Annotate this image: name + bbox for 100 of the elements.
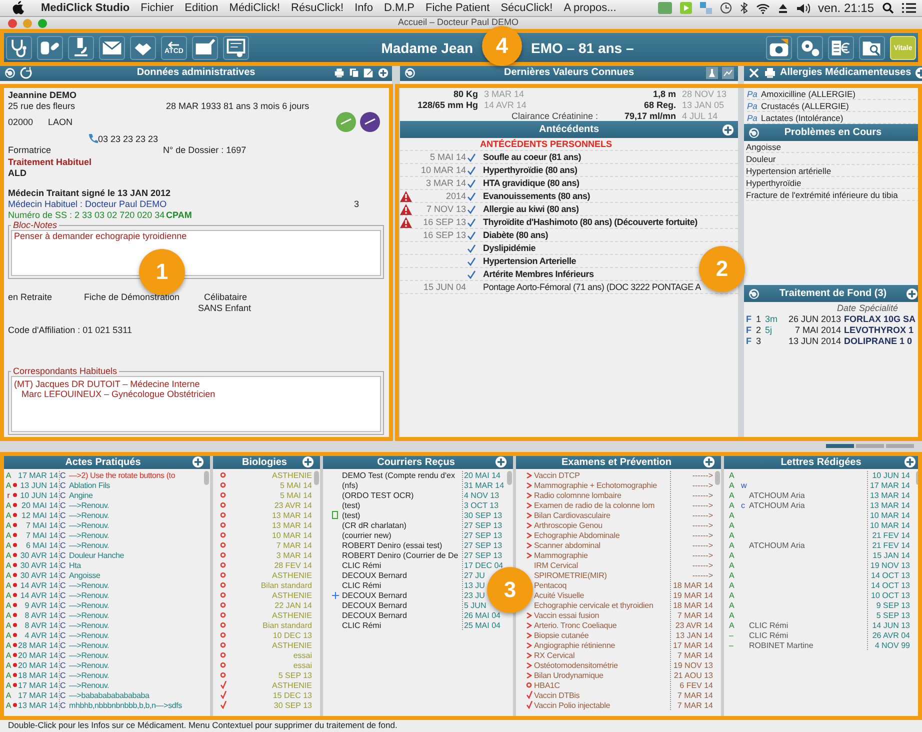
exam-item[interactable]: Examen de radio de la colonne lom (534, 500, 670, 510)
exam-item[interactable]: Radio colomnne lombaire (534, 490, 670, 500)
certificate-icon[interactable] (224, 37, 248, 59)
allergy-item[interactable]: Crustacés (ALLERGIE) (761, 100, 849, 110)
chart-icon[interactable] (722, 66, 734, 78)
refresh-icon[interactable] (748, 288, 760, 300)
scrollbar[interactable] (507, 471, 512, 485)
badge-icon[interactable] (360, 112, 380, 132)
menu-item[interactable]: A propos... (564, 2, 616, 14)
drug-item[interactable]: FORLAX 10G SA (844, 314, 916, 324)
exam-item[interactable]: Ostéotomodensitométrie (534, 660, 670, 670)
biology-item[interactable]: 13 MAR 14 (228, 520, 312, 530)
history-item[interactable]: Thyroïdite d'Hashimoto (80 ans) (Découverte fortuite) (483, 217, 698, 227)
mail-item[interactable]: ROBERT Deniro (essai test) (342, 540, 462, 550)
history-item[interactable]: HTA gravidique (80 ans) (483, 178, 580, 188)
exam-item[interactable]: Vaccin DTBis (534, 690, 670, 700)
note-icon[interactable] (363, 66, 374, 78)
list-icon[interactable] (902, 2, 916, 14)
exam-item[interactable]: SPIROMETRIE(MIR) (534, 570, 670, 580)
correspondent-item[interactable]: (MT) Jacques DR DUTOIT – Médecine Interne (14, 379, 378, 389)
biology-item[interactable]: 5 MAI 14 (228, 480, 312, 490)
biology-item[interactable]: 10 MAR 14 (228, 530, 312, 540)
refresh-icon[interactable] (748, 126, 760, 138)
exam-item[interactable]: HBA1C (534, 680, 670, 690)
scrollbar[interactable] (204, 471, 209, 485)
add-icon[interactable] (495, 456, 507, 468)
search-icon[interactable] (882, 2, 894, 14)
mail-item[interactable]: DECOUX Bernard (342, 570, 462, 580)
mail-item[interactable]: DECOUX Bernard (342, 610, 462, 620)
biology-item[interactable]: ASTHENIE (228, 640, 312, 650)
exam-item[interactable]: Acuité Visuelle (534, 590, 670, 600)
add-icon[interactable] (302, 456, 314, 468)
exam-item[interactable]: Echographie Abdominale (534, 530, 670, 540)
act-item[interactable]: —>Renouv. (69, 610, 110, 620)
biology-item[interactable]: 13 MAR 14 (228, 510, 312, 520)
print-icon[interactable] (764, 66, 776, 78)
mail-item[interactable]: CLIC Rémi (342, 560, 462, 570)
exam-item[interactable]: Bilan Cardiovasculaire (534, 510, 670, 520)
letter-item[interactable]: CLIC Rémi (749, 620, 867, 630)
letter-item[interactable]: ROBINET Martine (749, 640, 867, 650)
mail-item[interactable]: (test) (342, 510, 462, 520)
letter-item[interactable]: ATCHOUM Aria (749, 500, 867, 510)
add-icon[interactable] (722, 124, 734, 136)
mail-item[interactable]: (courrier new) (342, 530, 462, 540)
drug-item[interactable]: DOLIPRANE 1 0 (844, 336, 912, 346)
exam-item[interactable]: Arterio. Tronc Coeliaque (534, 620, 670, 630)
act-item[interactable]: —>Renouv. (69, 600, 110, 610)
act-item[interactable]: —>Renouv. (69, 510, 110, 520)
correspondent-item[interactable]: Marc LEFOUINEUX – Gynécologue Obstétricien (14, 389, 378, 399)
biology-item[interactable]: ASTHENIE (228, 590, 312, 600)
menu-item[interactable]: Fichier (140, 2, 174, 14)
close-icon[interactable] (748, 66, 760, 78)
exam-item[interactable]: Bilan Urodynamique (534, 670, 670, 680)
exam-item[interactable]: Scanner abdominal (534, 540, 670, 550)
biology-item[interactable]: 5 MAI 14 (228, 490, 312, 500)
close-button[interactable] (8, 19, 17, 28)
exam-item[interactable]: Vaccin essai fusion (534, 610, 670, 620)
mail-item[interactable]: DECOUX Bernard (342, 590, 462, 600)
act-item[interactable]: Hta (69, 560, 81, 570)
problem-item[interactable]: Hypertension artérielle (746, 165, 920, 177)
history-item[interactable]: Allergie au kiwi (80 ans) (483, 204, 579, 214)
mail-item[interactable]: DECOUX Bernard (342, 600, 462, 610)
biology-item[interactable]: Bilan standard (228, 580, 312, 590)
act-item[interactable]: —>2) Use the rotate buttons (to (69, 470, 176, 480)
copy-icon[interactable] (348, 66, 359, 78)
letter-item[interactable]: ATCHOUM Aria (749, 490, 867, 500)
exam-item[interactable]: Biopsie cutanée (534, 630, 670, 640)
act-item[interactable]: —>Renouv. (69, 640, 110, 650)
menu-item[interactable]: RésuClick! (291, 2, 344, 14)
allergy-item[interactable]: Amoxicilline (ALLERGIE) (761, 88, 856, 98)
act-item[interactable]: —>Renouv. (69, 630, 110, 640)
history-item[interactable]: Hyperthyroïdie (80 ans) (483, 165, 578, 175)
act-item[interactable]: —>Renouv. (69, 540, 110, 550)
print-icon[interactable] (334, 66, 344, 78)
exam-item[interactable]: Vaccin DTCP (534, 470, 670, 480)
history-item[interactable]: Hypertension Arterielle (483, 256, 576, 266)
biology-item[interactable]: 15 DEC 13 (228, 690, 312, 700)
exam-item[interactable]: IRM Cervical (534, 560, 670, 570)
reload-icon[interactable] (20, 66, 32, 78)
exam-item[interactable]: Mammographie (534, 550, 670, 560)
biology-item[interactable]: 23 AVR 14 (228, 500, 312, 510)
exam-item[interactable]: Mammographie + Echotomographie (534, 480, 670, 490)
biology-item[interactable]: 7 MAR 14 (228, 540, 312, 550)
letter-item[interactable]: ATCHOUM Aria (749, 540, 867, 550)
biology-item[interactable]: ASTHENIE (228, 470, 312, 480)
add-icon[interactable] (904, 456, 916, 468)
problem-item[interactable]: Hyperthyroïdie (746, 177, 920, 189)
menu-item[interactable]: D.M.P (384, 2, 415, 14)
exam-item[interactable]: Angiographie rétinienne (534, 640, 670, 650)
act-item[interactable]: mhbhb,nbbbnbnbbb,b,b,n—>sdfs (69, 700, 182, 710)
act-item[interactable]: —>Renouv. (69, 680, 110, 690)
mail-item[interactable]: (nfs) (342, 480, 462, 490)
history-item[interactable]: Dyslipidémie (483, 243, 536, 253)
flask-icon[interactable] (706, 66, 718, 78)
mail-item[interactable]: DEMO Test (Compte rendu d'ex (342, 470, 462, 480)
add-icon[interactable] (703, 456, 715, 468)
camera-icon[interactable] (767, 37, 791, 59)
act-item[interactable]: Angoisse (69, 570, 100, 580)
history-item[interactable]: Evanouissements (80 ans) (483, 191, 590, 201)
menu-item[interactable]: Fiche Patient (426, 2, 490, 14)
